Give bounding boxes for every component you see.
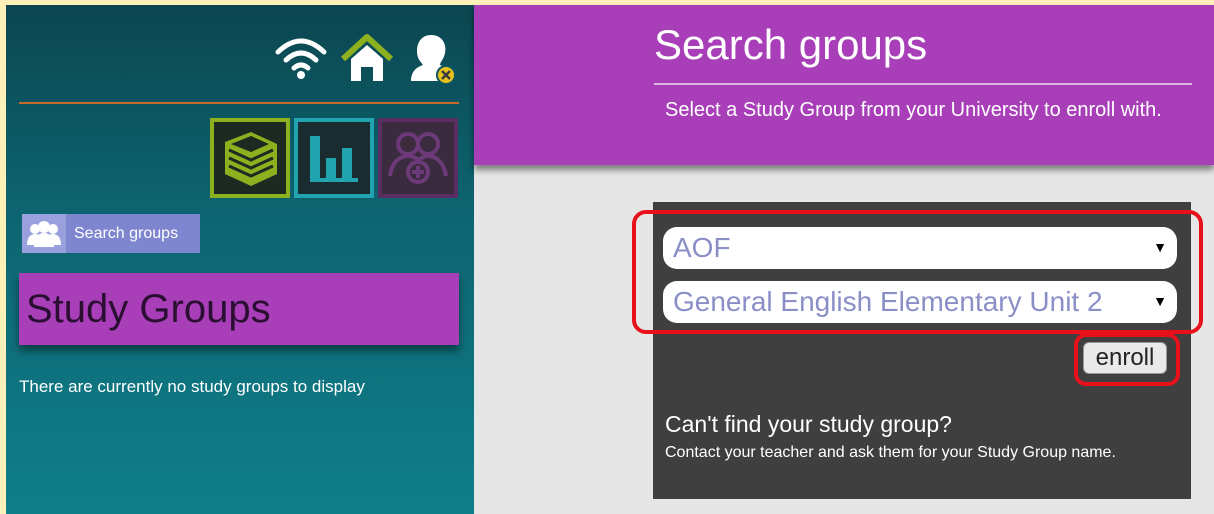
book-tile[interactable] — [210, 118, 290, 198]
page-title: Search groups — [654, 21, 928, 68]
add-group-tile[interactable] — [378, 118, 458, 198]
university-select-value: AOF — [673, 232, 731, 263]
enroll-button[interactable]: enroll — [1083, 342, 1167, 374]
header-divider — [654, 83, 1192, 85]
top-icon-bar — [274, 31, 460, 85]
nav-tiles — [210, 118, 458, 198]
section-title-bar: Study Groups — [19, 273, 459, 345]
divider — [19, 102, 459, 104]
page-header: Search groups Select a Study Group from … — [474, 5, 1214, 165]
group-select[interactable]: General English Elementary Unit 2 ▼ — [663, 281, 1177, 323]
main-panel: Search groups Select a Study Group from … — [474, 5, 1214, 514]
book-icon — [225, 132, 277, 186]
page-description: Select a Study Group from your Universit… — [665, 99, 1162, 121]
empty-state-message: There are currently no study groups to d… — [19, 377, 365, 396]
wifi-icon[interactable] — [274, 31, 328, 85]
help-heading: Can't find your study group? — [665, 411, 952, 437]
home-icon[interactable] — [340, 31, 394, 85]
user-logout-icon[interactable] — [406, 31, 460, 85]
dropdown-arrow-icon: ▼ — [1153, 239, 1167, 255]
search-groups-label: Search groups — [74, 224, 179, 242]
university-select[interactable]: AOF ▼ — [663, 227, 1177, 269]
search-groups-button[interactable]: Search groups — [22, 214, 200, 253]
group-select-value: General English Elementary Unit 2 — [673, 286, 1103, 317]
chart-icon — [310, 136, 358, 182]
enroll-form: AOF ▼ General English Elementary Unit 2 … — [653, 202, 1191, 499]
dropdown-arrow-icon: ▼ — [1153, 293, 1167, 309]
group-icon — [22, 214, 66, 253]
sidebar: Search groups Study Groups There are cur… — [6, 5, 474, 514]
add-group-icon — [388, 132, 448, 184]
chart-tile[interactable] — [294, 118, 374, 198]
section-title: Study Groups — [26, 286, 271, 331]
help-text: Contact your teacher and ask them for yo… — [665, 444, 1116, 461]
